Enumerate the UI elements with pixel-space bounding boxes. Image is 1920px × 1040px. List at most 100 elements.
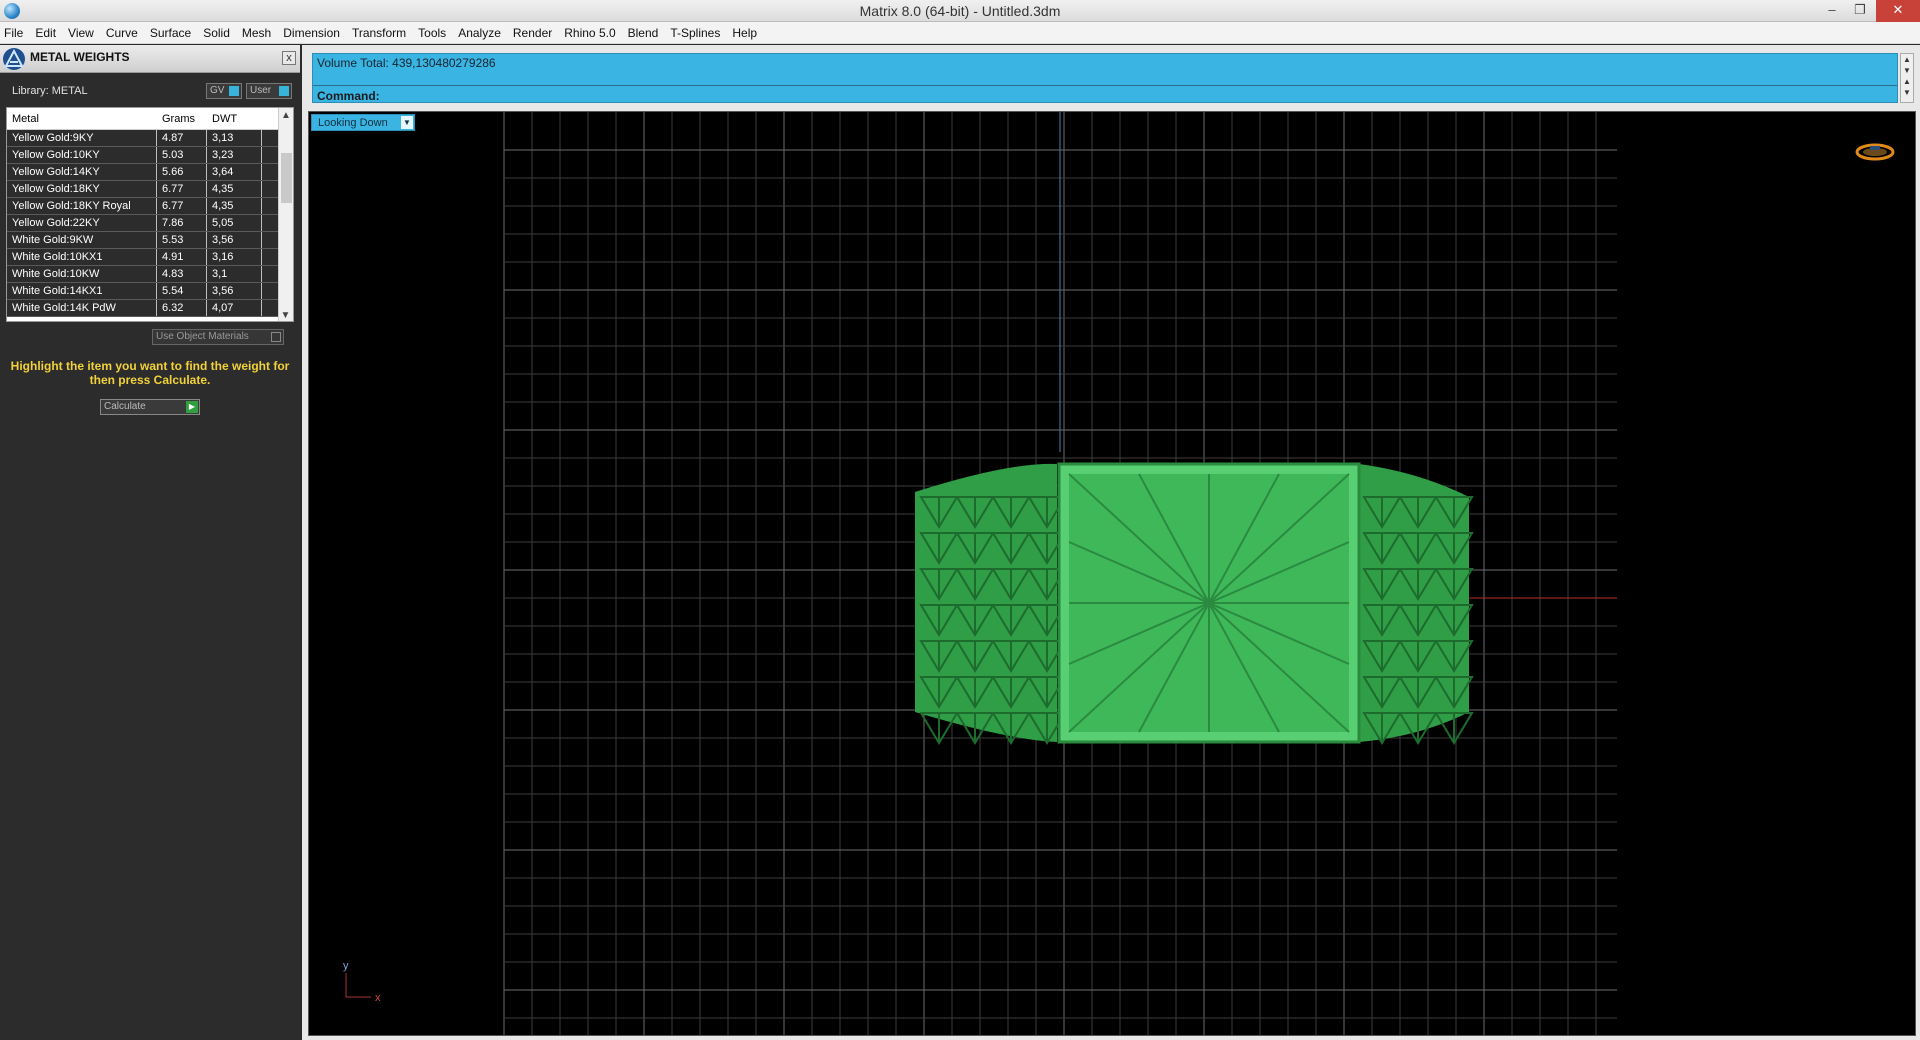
menu-tsplines[interactable]: T-Splines	[670, 26, 720, 40]
menu-tools[interactable]: Tools	[418, 26, 446, 40]
menu-edit[interactable]: Edit	[35, 26, 56, 40]
view-name-label: Looking Down	[318, 117, 388, 129]
metal-table: Metal Grams DWT Yellow Gold:9KY 4.87 3,13 …	[6, 107, 294, 322]
grams-cell: 6.77	[157, 181, 207, 197]
title-bar: Matrix 8.0 (64-bit) - Untitled.3dm – ❐ ✕	[0, 0, 1920, 22]
matrix-logo-icon	[3, 48, 25, 70]
scroll-down-icon[interactable]: ▼	[279, 308, 292, 321]
dwt-cell: 4,07	[207, 300, 262, 316]
menu-bar: File Edit View Curve Surface Solid Mesh …	[0, 22, 1920, 44]
table-row[interactable]: Yellow Gold:14KY 5.66 3,64	[7, 164, 293, 181]
dwt-cell: 3,56	[207, 232, 262, 248]
menu-analyze[interactable]: Analyze	[458, 26, 501, 40]
menu-view[interactable]: View	[68, 26, 94, 40]
use-object-materials-checkbox[interactable]: Use Object Materials	[152, 329, 284, 345]
view-dropdown[interactable]: Looking Down ▼	[311, 114, 415, 131]
menu-mesh[interactable]: Mesh	[242, 26, 271, 40]
metal-cell: Yellow Gold:10KY	[7, 147, 157, 163]
table-row[interactable]: White Gold:14KX1 5.54 3,56	[7, 283, 293, 300]
ring-model	[915, 462, 1474, 745]
table-row[interactable]: White Gold:10KX1 4.91 3,16	[7, 249, 293, 266]
chevron-down-icon[interactable]: ▼	[401, 116, 413, 129]
table-row[interactable]: Yellow Gold:22KY 7.86 5,05	[7, 215, 293, 232]
dwt-cell: 3,64	[207, 164, 262, 180]
user-indicator-icon	[279, 86, 289, 96]
dwt-cell: 3,1	[207, 266, 262, 282]
ring-left-shank	[915, 463, 1057, 742]
menu-solid[interactable]: Solid	[203, 26, 230, 40]
command-scrollbar[interactable]: ▲ ▼ ▲ ▼	[1900, 53, 1914, 103]
main-area: Volume Total: 439,130480279286 Command: …	[302, 45, 1920, 1040]
calculate-label: Calculate	[104, 401, 146, 412]
gv-indicator-icon	[229, 86, 239, 96]
minimize-button[interactable]: –	[1818, 0, 1846, 22]
checkbox-icon	[271, 332, 281, 342]
ring-face-facets	[1068, 473, 1350, 733]
metal-cell: Yellow Gold:14KY	[7, 164, 157, 180]
metal-cell: Yellow Gold:18KY Royal	[7, 198, 157, 214]
table-row[interactable]: White Gold:14K PdW 6.32 4,07	[7, 300, 293, 317]
command-scroll-down-icon[interactable]: ▼	[1901, 65, 1913, 76]
viewport-canvas[interactable]: y x	[309, 112, 1916, 1036]
viewport-top[interactable]: y x Looking Down ▼	[308, 111, 1916, 1036]
dwt-cell: 3,16	[207, 249, 262, 265]
scroll-up-icon[interactable]: ▲	[279, 108, 293, 123]
dwt-cell: 3,56	[207, 283, 262, 299]
menu-rhino[interactable]: Rhino 5.0	[564, 26, 615, 40]
gv-label: GV	[210, 85, 225, 96]
menu-dimension[interactable]: Dimension	[283, 26, 340, 40]
command-scroll-up-icon[interactable]: ▲	[1901, 76, 1913, 87]
table-row[interactable]: Yellow Gold:10KY 5.03 3,23	[7, 147, 293, 164]
metal-cell: Yellow Gold:18KY	[7, 181, 157, 197]
metal-cell: White Gold:14K PdW	[7, 300, 157, 316]
command-scroll-up-icon[interactable]: ▲	[1901, 54, 1913, 65]
metal-cell: White Gold:10KX1	[7, 249, 157, 265]
table-header: Metal Grams DWT	[7, 108, 293, 130]
ring-gumball-icon[interactable]	[1855, 142, 1895, 162]
table-row[interactable]: White Gold:9KW 5.53 3,56	[7, 232, 293, 249]
metal-cell: Yellow Gold:22KY	[7, 215, 157, 231]
dwt-cell: 3,23	[207, 147, 262, 163]
user-toggle[interactable]: User	[246, 83, 292, 99]
column-metal[interactable]: Metal	[7, 108, 157, 129]
menu-render[interactable]: Render	[513, 26, 552, 40]
grams-cell: 6.32	[157, 300, 207, 316]
dwt-cell: 3,13	[207, 130, 262, 146]
menu-transform[interactable]: Transform	[352, 26, 406, 40]
metal-cell: White Gold:14KX1	[7, 283, 157, 299]
grams-cell: 5.03	[157, 147, 207, 163]
grams-cell: 5.53	[157, 232, 207, 248]
table-row[interactable]: White Gold:10KW 4.83 3,1	[7, 266, 293, 283]
use-object-materials-label: Use Object Materials	[156, 331, 249, 342]
column-grams[interactable]: Grams	[157, 108, 207, 129]
grams-cell: 6.77	[157, 198, 207, 214]
menu-blend[interactable]: Blend	[628, 26, 659, 40]
command-area[interactable]: Volume Total: 439,130480279286 Command:	[312, 53, 1898, 103]
command-scroll-down-icon[interactable]: ▼	[1901, 87, 1913, 98]
table-scrollbar[interactable]: ▲ ▼	[278, 108, 293, 321]
restore-button[interactable]: ❐	[1846, 0, 1874, 22]
metal-weights-panel: METAL WEIGHTS x Library: METAL GV User M…	[0, 45, 300, 1040]
volume-total-text: Volume Total: 439,130480279286	[317, 56, 496, 70]
dwt-cell: 4,35	[207, 181, 262, 197]
grams-cell: 5.54	[157, 283, 207, 299]
close-button[interactable]: ✕	[1876, 0, 1920, 22]
panel-close-button[interactable]: x	[282, 51, 296, 65]
panel-title: METAL WEIGHTS	[30, 50, 130, 64]
grams-cell: 4.87	[157, 130, 207, 146]
calculate-button[interactable]: Calculate ▶	[100, 399, 200, 415]
menu-curve[interactable]: Curve	[106, 26, 138, 40]
table-row[interactable]: Yellow Gold:9KY 4.87 3,13	[7, 130, 293, 147]
table-row[interactable]: Yellow Gold:18KY Royal 6.77 4,35	[7, 198, 293, 215]
grams-cell: 4.83	[157, 266, 207, 282]
hint-text: Highlight the item you want to find the …	[10, 359, 290, 387]
scroll-thumb[interactable]	[281, 153, 292, 203]
command-prompt: Command:	[317, 89, 380, 103]
column-dwt[interactable]: DWT	[207, 108, 262, 129]
gv-toggle[interactable]: GV	[206, 83, 242, 99]
table-row[interactable]: Yellow Gold:18KY 6.77 4,35	[7, 181, 293, 198]
menu-help[interactable]: Help	[732, 26, 757, 40]
grams-cell: 4.91	[157, 249, 207, 265]
menu-file[interactable]: File	[4, 26, 23, 40]
menu-surface[interactable]: Surface	[150, 26, 191, 40]
